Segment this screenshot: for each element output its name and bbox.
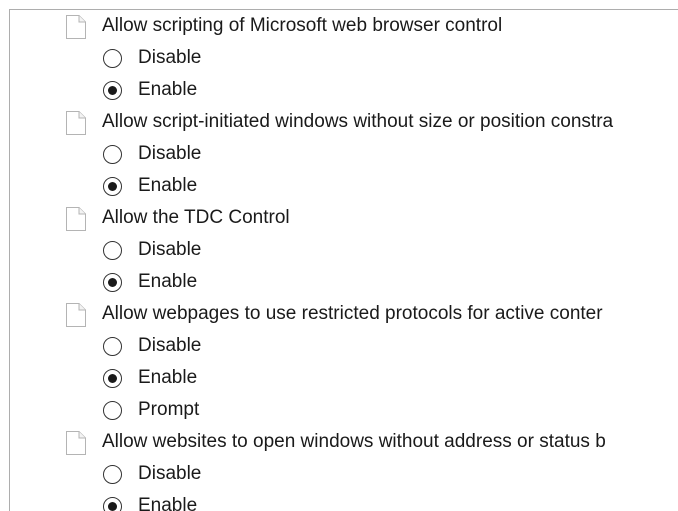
enable-radio-button[interactable] xyxy=(103,273,122,292)
option-enable[interactable]: Enable xyxy=(10,266,678,298)
document-icon xyxy=(64,430,88,456)
policy-setting-item[interactable]: Allow script-initiated windows without s… xyxy=(10,106,678,138)
policy-setting-item[interactable]: Allow webpages to use restricted protoco… xyxy=(10,298,678,330)
enable-radio-button[interactable] xyxy=(103,81,122,100)
document-icon xyxy=(64,110,88,136)
prompt-radio-button[interactable] xyxy=(103,401,122,420)
option-disable[interactable]: Disable xyxy=(10,42,678,74)
policy-setting-label: Allow the TDC Control xyxy=(102,207,290,228)
disable-radio-button[interactable] xyxy=(103,49,122,68)
document-icon xyxy=(64,14,88,40)
option-disable[interactable]: Disable xyxy=(10,458,678,490)
prompt-option-label: Prompt xyxy=(138,399,200,420)
enable-option-label: Enable xyxy=(138,495,198,511)
disable-radio-button[interactable] xyxy=(103,241,122,260)
disable-option-label: Disable xyxy=(138,463,202,484)
option-enable[interactable]: Enable xyxy=(10,170,678,202)
policy-setting-label: Allow scripting of Microsoft web browser… xyxy=(102,15,503,36)
option-enable[interactable]: Enable xyxy=(10,362,678,394)
document-icon xyxy=(64,206,88,232)
option-disable[interactable]: Disable xyxy=(10,234,678,266)
enable-option-label: Enable xyxy=(138,175,198,196)
option-disable[interactable]: Disable xyxy=(10,138,678,170)
disable-option-label: Disable xyxy=(138,143,202,164)
disable-option-label: Disable xyxy=(138,239,202,260)
enable-option-label: Enable xyxy=(138,271,198,292)
enable-option-label: Enable xyxy=(138,367,198,388)
policy-setting-label: Allow websites to open windows without a… xyxy=(102,431,606,452)
option-enable[interactable]: Enable xyxy=(10,74,678,106)
option-disable[interactable]: Disable xyxy=(10,330,678,362)
policy-setting-label: Allow webpages to use restricted protoco… xyxy=(102,303,603,324)
policy-setting-label: Allow script-initiated windows without s… xyxy=(102,111,614,132)
document-icon xyxy=(64,302,88,328)
policy-setting-item[interactable]: Allow scripting of Microsoft web browser… xyxy=(10,10,678,42)
disable-radio-button[interactable] xyxy=(103,465,122,484)
policy-setting-item[interactable]: Allow websites to open windows without a… xyxy=(10,426,678,458)
disable-option-label: Disable xyxy=(138,47,202,68)
policy-setting-item[interactable]: Allow the TDC Control xyxy=(10,202,678,234)
enable-option-label: Enable xyxy=(138,79,198,100)
enable-radio-button[interactable] xyxy=(103,177,122,196)
option-enable[interactable]: Enable xyxy=(10,490,678,511)
policy-list: Allow scripting of Microsoft web browser… xyxy=(10,10,678,511)
disable-option-label: Disable xyxy=(138,335,202,356)
option-prompt[interactable]: Prompt xyxy=(10,394,678,426)
disable-radio-button[interactable] xyxy=(103,337,122,356)
security-settings-list[interactable]: Allow scripting of Microsoft web browser… xyxy=(9,9,678,511)
disable-radio-button[interactable] xyxy=(103,145,122,164)
enable-radio-button[interactable] xyxy=(103,369,122,388)
enable-radio-button[interactable] xyxy=(103,497,122,511)
